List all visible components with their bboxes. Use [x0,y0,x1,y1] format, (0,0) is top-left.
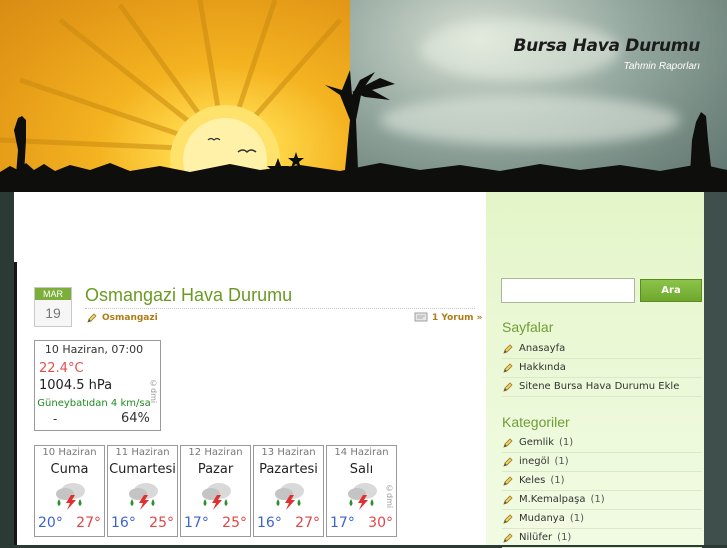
forecast-day-name: Pazartesi [259,462,318,477]
category-count: (1) [569,513,584,524]
forecast-high: 25° [222,515,247,531]
forecast-high: 30° [368,515,393,531]
current-weather-datetime: 10 Haziran, 07:00 [44,343,144,356]
pencil-icon [503,533,513,543]
content-left-border [14,262,17,545]
category-count: (1) [559,437,574,448]
forecast-high: 27° [295,515,320,531]
pencil-icon [503,514,513,524]
forecast-date: 12 Haziran [188,447,243,458]
current-weather-widget: 10 Haziran, 07:00 22.4°C 1004.5 hPa Güne… [34,340,161,431]
thunderstorm-rain-icon [275,483,304,510]
forecast-day: 10 Haziran Cuma 20° 27° [34,445,105,537]
post-category: Osmangazi [86,312,158,324]
post-comments-link[interactable]: 1 Yorum » [432,313,482,323]
content-top-band [14,192,486,262]
forecast-low: 20° [38,515,63,531]
forecast-day: 11 Haziran Cumartesi 16° 25° [107,445,178,537]
site-header: Bursa Hava Durumu Tahmin Raporları [0,0,727,192]
list-item[interactable]: Mudanya (1) [502,510,702,529]
forecast-day-name: Salı [349,462,374,477]
post-comments: 1 Yorum » [414,312,482,323]
current-pressure: 1004.5 hPa [39,378,113,393]
forecast-day-name: Cuma [50,462,89,477]
forecast-date: 13 Haziran [261,447,316,458]
search-button[interactable]: Ara [640,279,702,302]
thunderstorm-rain-icon [129,483,158,510]
categories-list: Gemlik (1) inegöl (1) Keles (1) M.Kemalp… [502,434,702,548]
forecast-low: 17° [184,515,209,531]
list-item[interactable]: M.Kemalpaşa (1) [502,491,702,510]
category-link[interactable]: Mudanya [519,510,565,528]
category-count: (1) [590,494,605,505]
forecast-low: 16° [257,515,282,531]
page-link[interactable]: Sitene Bursa Hava Durumu Ekle [519,378,679,396]
forecast-day: 14 Haziran Salı 17° 30° ©dmi [326,445,397,537]
pencil-icon [503,344,513,354]
forecast-day-name: Cumartesi [109,462,176,477]
forecast-low: 16° [111,515,136,531]
category-link[interactable]: M.Kemalpaşa [519,491,585,509]
forecast-date: 11 Haziran [115,447,170,458]
pencil-icon [503,476,513,486]
current-precipitation: - [53,412,58,426]
category-link[interactable]: Nilüfer [519,529,552,547]
thunderstorm-rain-icon [348,483,377,510]
forecast-day-name: Pazar [197,462,234,477]
pencil-icon [503,363,513,373]
thunderstorm-rain-icon [202,483,231,510]
forecast-high: 25° [149,515,174,531]
pencil-icon [503,382,513,392]
site-tagline: Tahmin Raporları [623,61,700,72]
list-item[interactable]: Nilüfer (1) [502,529,702,548]
header-scenery-graphic [0,0,727,192]
category-count: (1) [550,475,565,486]
list-item[interactable]: Anasayfa [502,340,702,359]
forecast-date: 10 Haziran [42,447,97,458]
comment-icon [414,312,428,322]
page-link[interactable]: Anasayfa [519,340,565,358]
categories-heading: Kategoriler [502,414,570,430]
forecast-low: 17° [330,515,355,531]
post-date-badge: MAR 19 [34,287,72,327]
forecast-date: 14 Haziran [334,447,389,458]
weather-credit[interactable]: ©dmi [149,379,158,403]
pencil-icon [503,495,513,505]
post-category-link[interactable]: Osmangazi [102,313,158,323]
pencil-icon [503,457,513,467]
post-date-day: 19 [45,305,61,321]
page-background-strip [704,192,727,545]
category-link[interactable]: Keles [519,472,545,490]
category-count: (1) [557,532,572,543]
list-item[interactable]: Sitene Bursa Hava Durumu Ekle [502,378,702,397]
post-title[interactable]: Osmangazi Hava Durumu [85,285,292,306]
thunderstorm-rain-icon [56,483,85,510]
current-temperature: 22.4°C [39,361,84,376]
category-link[interactable]: inegöl [519,453,550,471]
forecast-credit[interactable]: ©dmi [385,484,394,508]
pencil-icon [87,313,97,323]
list-item[interactable]: Gemlik (1) [502,434,702,453]
current-humidity: 64% [121,411,150,426]
current-wind: Güneybatıdan 4 km/sa [37,398,151,409]
category-count: (1) [554,456,569,467]
post-title-divider [85,308,475,309]
forecast-day: 13 Haziran Pazartesi 16° 27° [253,445,324,537]
search-input[interactable] [501,278,635,303]
site-title[interactable]: Bursa Hava Durumu [513,36,700,56]
list-item[interactable]: Keles (1) [502,472,702,491]
list-item[interactable]: Hakkında [502,359,702,378]
list-item[interactable]: inegöl (1) [502,453,702,472]
forecast-day: 12 Haziran Pazar 17° 25° [180,445,251,537]
category-link[interactable]: Gemlik [519,434,554,452]
pencil-icon [503,438,513,448]
page-link[interactable]: Hakkında [519,359,566,377]
pages-heading: Sayfalar [502,319,554,335]
pages-list: Anasayfa Hakkında Sitene Bursa Hava Duru… [502,340,702,397]
post-date-month: MAR [35,288,71,300]
forecast-high: 27° [76,515,101,531]
